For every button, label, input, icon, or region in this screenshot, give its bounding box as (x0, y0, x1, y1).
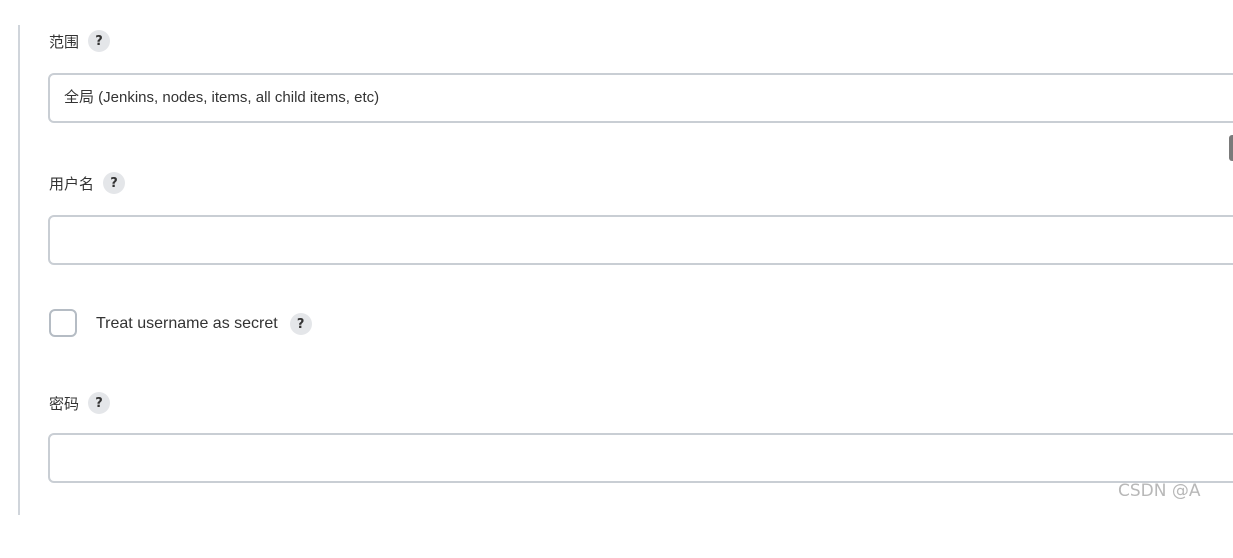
treat-username-secret-row: Treat username as secret ? (96, 313, 312, 335)
username-input[interactable] (48, 215, 1233, 265)
scope-label-row: 范围 ? (49, 30, 111, 52)
treat-username-secret-help-icon[interactable]: ? (289, 313, 312, 335)
treat-username-secret-checkbox[interactable] (49, 309, 77, 337)
password-label: 密码 (49, 395, 80, 413)
scope-help-icon[interactable]: ? (88, 30, 111, 52)
csdn-watermark: CSDN @A (1118, 481, 1201, 501)
username-help-icon[interactable]: ? (103, 172, 126, 194)
scope-label: 范围 (49, 33, 80, 51)
password-help-icon[interactable]: ? (88, 392, 111, 414)
username-label: 用户名 (49, 175, 95, 193)
password-input[interactable] (48, 433, 1233, 483)
scope-select[interactable]: 全局 (Jenkins, nodes, items, all child ite… (48, 73, 1233, 123)
scope-select-value: 全局 (Jenkins, nodes, items, all child ite… (64, 89, 380, 106)
scrollbar-thumb[interactable] (1229, 135, 1233, 161)
treat-username-secret-label[interactable]: Treat username as secret (96, 315, 278, 333)
form-section-divider (18, 25, 20, 515)
username-label-row: 用户名 ? (49, 172, 126, 194)
password-label-row: 密码 ? (49, 392, 111, 414)
